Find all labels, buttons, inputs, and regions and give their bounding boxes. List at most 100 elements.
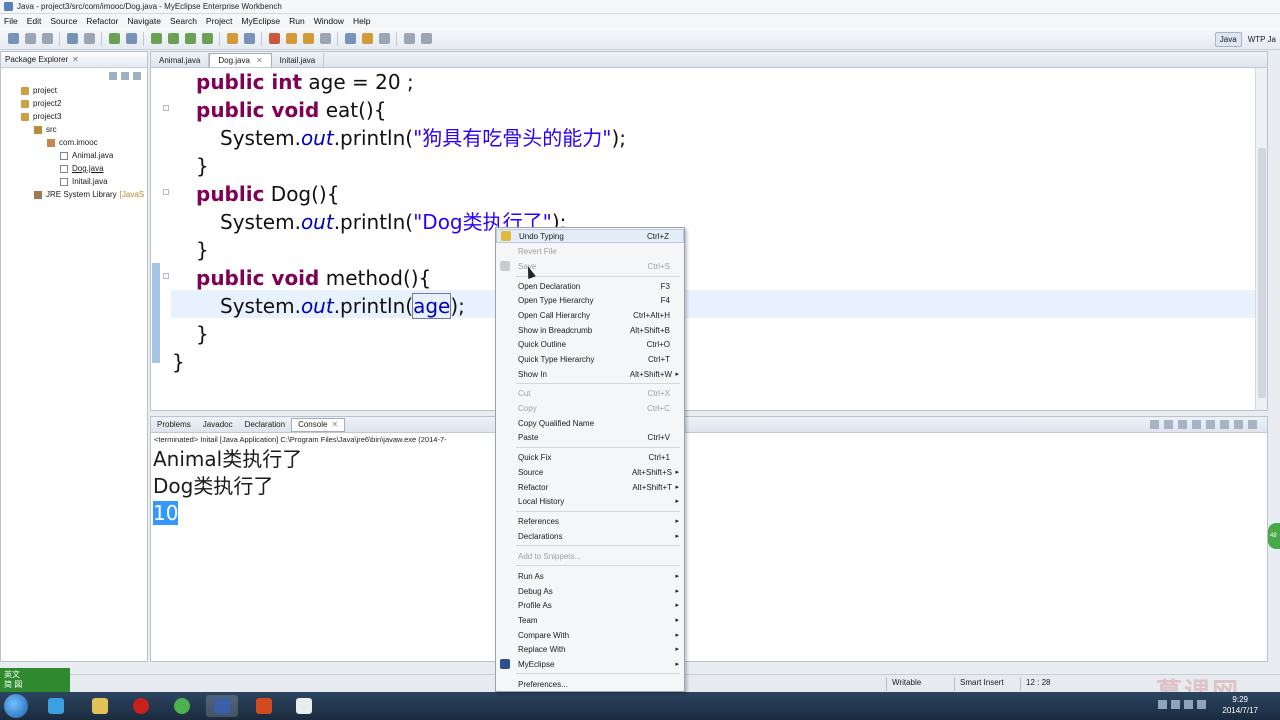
menu-item-preferences[interactable]: Preferences... xyxy=(496,677,684,691)
tab-javadoc[interactable]: Javadoc xyxy=(197,420,239,429)
tree-item-src[interactable]: src xyxy=(34,125,57,134)
menu-navigate[interactable]: Navigate xyxy=(127,16,161,26)
tray-icon[interactable] xyxy=(1158,700,1167,709)
fold-icon[interactable] xyxy=(163,273,169,279)
menu-item-open-type-hierarchy[interactable]: Open Type Hierarchy F4 xyxy=(496,293,684,307)
tree-item-package[interactable]: com.imooc xyxy=(47,138,98,147)
server-icon[interactable] xyxy=(84,33,95,44)
next-annotation-icon[interactable] xyxy=(345,33,356,44)
new-class-icon[interactable] xyxy=(244,33,255,44)
tree-item-jre-library[interactable]: JRE System Library [JavaS xyxy=(34,190,144,199)
display-console-icon[interactable] xyxy=(1220,420,1229,429)
new-icon[interactable] xyxy=(8,33,19,44)
menu-item-add-to-snippets[interactable]: Add to Snippets... xyxy=(496,549,684,563)
menu-refactor[interactable]: Refactor xyxy=(86,16,118,26)
search-icon[interactable] xyxy=(286,33,297,44)
save-icon[interactable] xyxy=(25,33,36,44)
menu-source[interactable]: Source xyxy=(50,16,77,26)
clock[interactable]: 9:29 2014/7/17 xyxy=(1222,694,1258,716)
taskbar-app[interactable] xyxy=(288,695,320,717)
fold-icon[interactable] xyxy=(163,105,169,111)
console-output[interactable]: Animal类执行了 Dog类执行了 10 xyxy=(151,446,1267,527)
taskbar-app[interactable] xyxy=(84,695,116,717)
wtp-perspective-button[interactable]: WTP Ja xyxy=(1248,35,1276,44)
run-external-icon[interactable] xyxy=(185,33,196,44)
menu-item-compare-with[interactable]: Compare With ▸ xyxy=(496,628,684,642)
menu-item-team[interactable]: Team ▸ xyxy=(496,613,684,627)
tree-item-project[interactable]: project xyxy=(21,86,57,95)
run-icon[interactable] xyxy=(168,33,179,44)
clear-console-icon[interactable] xyxy=(1178,420,1187,429)
menu-item-source[interactable]: Source Alt+Shift+S ▸ xyxy=(496,465,684,479)
scrollbar-thumb[interactable] xyxy=(1258,148,1266,398)
java-perspective-button[interactable]: Java xyxy=(1214,31,1242,47)
new-project-icon[interactable] xyxy=(67,33,78,44)
tab-problems[interactable]: Problems xyxy=(151,420,197,429)
back-icon[interactable] xyxy=(404,33,415,44)
menu-project[interactable]: Project xyxy=(206,16,232,26)
tree-item-dog-java[interactable]: Dog.java xyxy=(60,164,104,173)
print-icon[interactable] xyxy=(42,33,53,44)
menu-window[interactable]: Window xyxy=(314,16,344,26)
menu-item-open-call-hierarchy[interactable]: Open Call Hierarchy Ctrl+Alt+H xyxy=(496,308,684,322)
annotation-icon[interactable] xyxy=(303,33,314,44)
open-type-icon[interactable] xyxy=(269,33,280,44)
minimize-icon[interactable] xyxy=(1234,420,1243,429)
coverage-icon[interactable] xyxy=(202,33,213,44)
taskbar-app-myeclipse[interactable] xyxy=(206,695,238,717)
maximize-icon[interactable] xyxy=(1248,420,1257,429)
menu-item-quick-fix[interactable]: Quick Fix Ctrl+1 xyxy=(496,450,684,464)
editor-scrollbar[interactable] xyxy=(1255,68,1267,410)
tree-item-project3[interactable]: project3 xyxy=(21,112,61,121)
menu-item-declarations[interactable]: Declarations ▸ xyxy=(496,529,684,543)
menu-item-debug-as[interactable]: Debug As ▸ xyxy=(496,584,684,598)
close-icon[interactable]: ✕ xyxy=(256,56,263,65)
tree-item-animal-java[interactable]: Animal.java xyxy=(60,151,113,160)
menu-item-quick-type-hierarchy[interactable]: Quick Type Hierarchy Ctrl+T xyxy=(496,352,684,366)
start-button[interactable] xyxy=(4,694,28,718)
pin-console-icon[interactable] xyxy=(1206,420,1215,429)
menu-item-run-as[interactable]: Run As ▸ xyxy=(496,569,684,583)
menu-item-save[interactable]: Save Ctrl+S xyxy=(496,259,684,273)
tree-item-initail-java[interactable]: Initail.java xyxy=(60,177,108,186)
menu-search[interactable]: Search xyxy=(170,16,197,26)
menu-item-open-declaration[interactable]: Open Declaration F3 xyxy=(496,279,684,293)
new-package-icon[interactable] xyxy=(227,33,238,44)
menu-item-copy-qualified-name[interactable]: Copy Qualified Name xyxy=(496,416,684,430)
menu-item-replace-with[interactable]: Replace With ▸ xyxy=(496,642,684,656)
volume-icon[interactable] xyxy=(1197,700,1206,709)
toggle-mark-icon[interactable] xyxy=(320,33,331,44)
remove-launch-icon[interactable] xyxy=(1164,420,1173,429)
view-menu-icon[interactable] xyxy=(133,72,141,80)
menu-item-profile-as[interactable]: Profile As ▸ xyxy=(496,598,684,612)
close-icon[interactable]: ✕ xyxy=(72,55,79,64)
menu-myeclipse[interactable]: MyEclipse xyxy=(241,16,280,26)
terminate-icon[interactable] xyxy=(1150,420,1159,429)
menu-item-cut[interactable]: Cut Ctrl+X xyxy=(496,386,684,400)
fold-icon[interactable] xyxy=(163,189,169,195)
taskbar-app[interactable] xyxy=(166,695,198,717)
menu-item-paste[interactable]: Paste Ctrl+V xyxy=(496,430,684,444)
network-icon[interactable] xyxy=(1184,700,1193,709)
link-editor-icon[interactable] xyxy=(121,72,129,80)
tab-console[interactable]: Console ✕ xyxy=(291,417,346,432)
close-icon[interactable]: ✕ xyxy=(331,420,338,429)
menu-help[interactable]: Help xyxy=(353,16,370,26)
menu-item-undo-typing[interactable]: Undo Typing Ctrl+Z xyxy=(496,229,684,243)
menu-item-myeclipse[interactable]: MyEclipse ▸ xyxy=(496,657,684,671)
menu-item-copy[interactable]: Copy Ctrl+C xyxy=(496,401,684,415)
menu-item-show-in[interactable]: Show In Alt+Shift+W ▸ xyxy=(496,367,684,381)
tree-item-project2[interactable]: project2 xyxy=(21,99,61,108)
taskbar-app[interactable] xyxy=(40,695,72,717)
toggle-block-icon[interactable] xyxy=(379,33,390,44)
debug-icon[interactable] xyxy=(151,33,162,44)
highlight-icon[interactable] xyxy=(362,33,373,44)
taskbar-app[interactable] xyxy=(125,695,157,717)
tab-initail-java[interactable]: Initail.java xyxy=(272,53,325,67)
menu-item-show-in-breadcrumb[interactable]: Show in Breadcrumb Alt+Shift+B xyxy=(496,323,684,337)
floating-badge[interactable]: 48 xyxy=(1268,523,1280,549)
menu-item-quick-outline[interactable]: Quick Outline Ctrl+O xyxy=(496,337,684,351)
ime-indicator[interactable]: 英文 简 図 xyxy=(0,668,70,692)
taskbar-app[interactable] xyxy=(248,695,280,717)
menu-item-local-history[interactable]: Local History ▸ xyxy=(496,494,684,508)
